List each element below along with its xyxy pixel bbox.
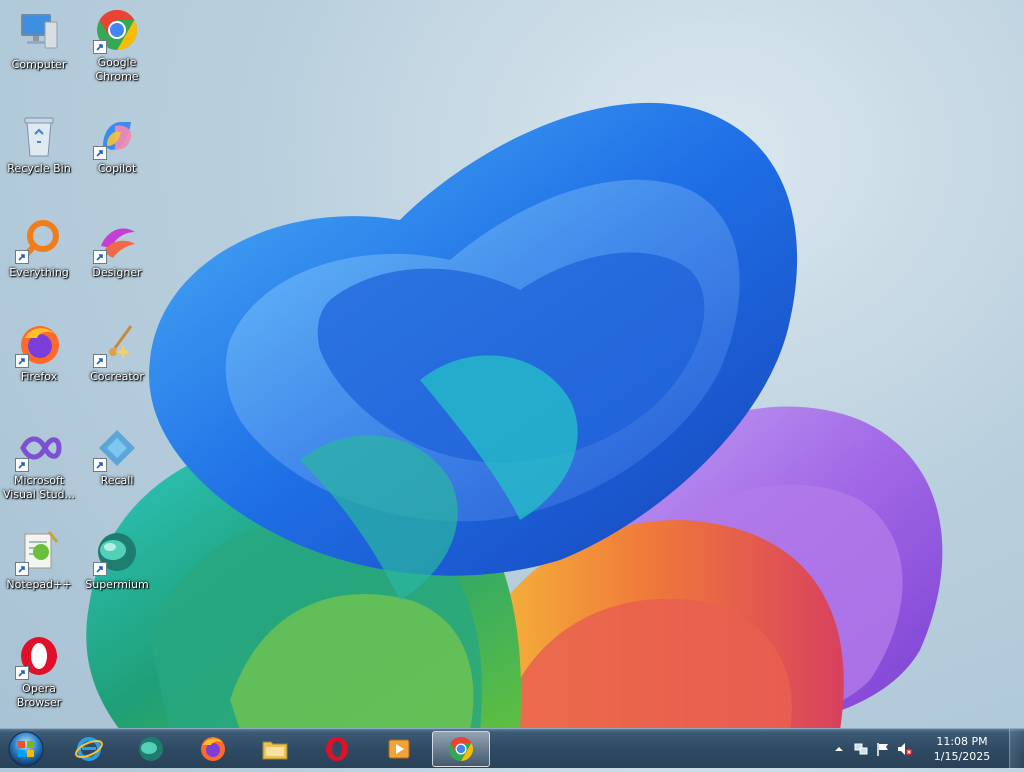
- clock-date: 1/15/2025: [933, 750, 991, 763]
- opera-icon: [326, 737, 348, 761]
- desktop-icon-label: Notepad++: [6, 578, 72, 591]
- tray-action-center[interactable]: [875, 741, 891, 757]
- desktop-icon-label: Google Chrome: [95, 56, 139, 83]
- desktop-icon-label: Microsoft Visual Stud...: [2, 474, 76, 501]
- taskbar-file-explorer[interactable]: [246, 731, 304, 767]
- taskbar-opera[interactable]: [308, 731, 366, 767]
- desktop-icon-label: Firefox: [20, 370, 58, 383]
- start-button[interactable]: [6, 730, 46, 768]
- shortcut-arrow-icon: [93, 40, 107, 54]
- desktop-icon-label: Everything: [9, 266, 69, 279]
- volume-muted-icon: [898, 743, 913, 756]
- shortcut-arrow-icon: [93, 146, 107, 160]
- clock-time: 11:08 PM: [936, 735, 988, 748]
- desktop-icon-label: Recall: [100, 474, 134, 487]
- desktop-icon-computer[interactable]: Computer: [0, 8, 78, 72]
- taskbar-internet-explorer[interactable]: [60, 731, 118, 767]
- shortcut-arrow-icon: [15, 562, 29, 576]
- taskbar-supermium[interactable]: [122, 731, 180, 767]
- desktop-icon-label: Computer: [11, 58, 67, 71]
- desktop-icon-firefox[interactable]: Firefox: [0, 320, 78, 384]
- tray-volume[interactable]: [897, 741, 913, 757]
- desktop-icon-everything[interactable]: Everything: [0, 216, 78, 280]
- desktop-icon-label: Recycle Bin: [7, 162, 71, 175]
- flag-icon: [877, 743, 888, 756]
- desktop-icon-label: Designer: [92, 266, 142, 279]
- desktop-icon-recall[interactable]: Recall: [78, 424, 156, 488]
- computer-icon: [21, 14, 58, 49]
- chevron-up-icon: [835, 747, 843, 751]
- tray-network[interactable]: [853, 741, 869, 757]
- shortcut-arrow-icon: [93, 458, 107, 472]
- shortcut-arrow-icon: [15, 666, 29, 680]
- shortcut-arrow-icon: [15, 458, 29, 472]
- taskbar-firefox[interactable]: [184, 731, 242, 767]
- desktop-icon-cocreator[interactable]: Cocreator: [78, 320, 156, 384]
- desktop-icon-visual-studio[interactable]: Microsoft Visual Stud...: [0, 424, 78, 502]
- desktop-icon-label: Supermium: [85, 578, 149, 591]
- show-hidden-icons-button[interactable]: [831, 741, 847, 757]
- desktop-icon-supermium[interactable]: Supermium: [78, 528, 156, 592]
- media-player-icon: [388, 739, 410, 759]
- taskbar-chrome[interactable]: [432, 731, 490, 767]
- taskbar-media-player[interactable]: [370, 731, 428, 767]
- internet-explorer-icon: [75, 737, 103, 761]
- recycle-bin-icon: [24, 117, 54, 157]
- shortcut-arrow-icon: [15, 354, 29, 368]
- taskbar-clock[interactable]: 11:08 PM 1/15/2025: [922, 734, 1002, 764]
- desktop-icon-notepad-plus-plus[interactable]: Notepad++: [0, 528, 78, 592]
- shortcut-arrow-icon: [93, 562, 107, 576]
- desktop-icon-opera[interactable]: Opera Browser: [0, 632, 78, 710]
- desktop-icon-designer[interactable]: Designer: [78, 216, 156, 280]
- windows-orb-icon: [8, 731, 44, 767]
- desktop-icon-recycle-bin[interactable]: Recycle Bin: [0, 112, 78, 176]
- shortcut-arrow-icon: [93, 354, 107, 368]
- firefox-icon: [201, 737, 225, 761]
- system-tray: 11:08 PM 1/15/2025: [828, 729, 1002, 769]
- desktop-icon-google-chrome[interactable]: Google Chrome: [78, 6, 156, 84]
- supermium-icon: [139, 737, 163, 761]
- desktop-icon-copilot[interactable]: Copilot: [78, 112, 156, 176]
- shortcut-arrow-icon: [15, 250, 29, 264]
- desktop-icon-label: Copilot: [97, 162, 137, 175]
- network-icon: [854, 743, 868, 755]
- file-explorer-icon: [262, 741, 288, 760]
- shortcut-arrow-icon: [93, 250, 107, 264]
- desktop-icon-label: Opera Browser: [16, 682, 62, 709]
- chrome-icon: [449, 737, 474, 761]
- taskbar: 11:08 PM 1/15/2025: [0, 728, 1024, 769]
- show-desktop-button[interactable]: [1009, 729, 1024, 769]
- desktop-icon-label: Cocreator: [90, 370, 144, 383]
